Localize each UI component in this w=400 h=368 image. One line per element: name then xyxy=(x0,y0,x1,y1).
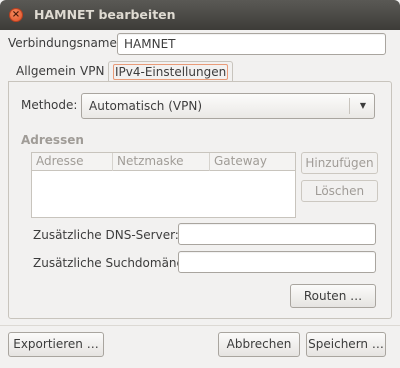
tab-vpn[interactable]: VPN xyxy=(76,61,108,82)
add-address-button[interactable]: Hinzufügen xyxy=(301,152,378,174)
method-label: Methode: xyxy=(21,98,78,112)
chevron-down-icon: ▼ xyxy=(359,101,366,110)
tab-ipv4-settings-label: IPv4-Einstellungen xyxy=(113,64,229,80)
search-domains-input[interactable] xyxy=(178,251,376,273)
addresses-table[interactable]: Adresse Netzmaske Gateway xyxy=(31,152,296,218)
routes-button[interactable]: Routen … xyxy=(290,284,376,308)
connection-name-input[interactable]: HAMNET xyxy=(117,33,386,55)
tab-vpn-label: VPN xyxy=(80,64,105,78)
addresses-table-header: Adresse Netzmaske Gateway xyxy=(32,153,295,171)
cancel-button[interactable]: Abbrechen xyxy=(218,332,300,357)
connection-editor-window: × HAMNET bearbeiten Verbindungsname: HAM… xyxy=(0,0,400,368)
dns-servers-input[interactable] xyxy=(178,223,376,245)
method-select[interactable]: Automatisch (VPN) ▼ xyxy=(81,93,375,119)
title-bar: × HAMNET bearbeiten xyxy=(0,0,400,30)
search-domains-label: Zusätzliche Suchdomänen: xyxy=(33,256,196,270)
export-button[interactable]: Exportieren … xyxy=(8,332,104,357)
combo-separator xyxy=(349,98,350,114)
column-header-adresse[interactable]: Adresse xyxy=(32,153,113,171)
tab-allgemein-label: Allgemein xyxy=(16,64,76,78)
footer-divider xyxy=(0,325,400,326)
dns-servers-label: Zusätzliche DNS-Server: xyxy=(33,228,179,242)
tab-allgemein[interactable]: Allgemein xyxy=(12,61,80,82)
tab-ipv4-settings[interactable]: IPv4-Einstellungen xyxy=(108,61,234,82)
method-value: Automatisch (VPN) xyxy=(89,99,202,113)
addresses-section-title: Adressen xyxy=(21,133,84,147)
delete-address-button[interactable]: Löschen xyxy=(301,180,378,202)
close-window-button[interactable]: × xyxy=(9,8,23,22)
column-header-gateway[interactable]: Gateway xyxy=(210,153,295,171)
window-title: HAMNET bearbeiten xyxy=(34,7,176,22)
connection-name-label: Verbindungsname: xyxy=(8,36,121,50)
close-icon: × xyxy=(11,9,21,20)
column-header-netzmaske[interactable]: Netzmaske xyxy=(113,153,210,171)
save-button[interactable]: Speichern … xyxy=(306,332,386,357)
